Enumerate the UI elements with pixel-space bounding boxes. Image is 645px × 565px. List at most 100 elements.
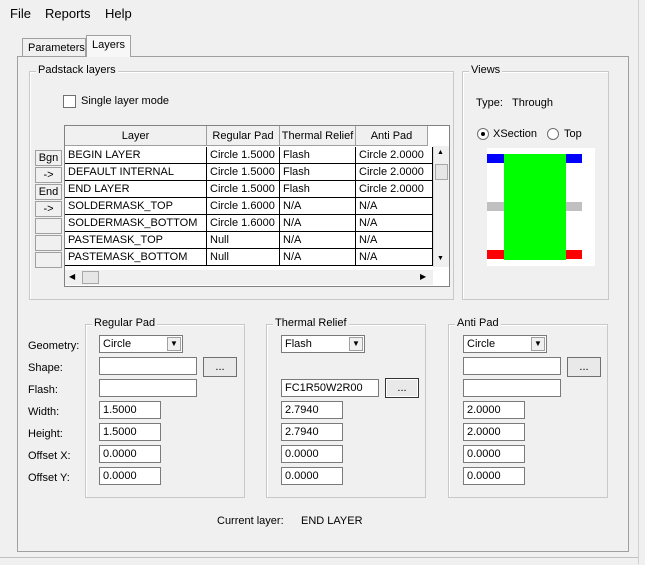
cell-thermal[interactable]: N/A (280, 215, 356, 231)
grid-horizontal-scroll-thumb[interactable] (82, 271, 99, 284)
table-row[interactable]: END LAYER Circle 1.5000 Flash Circle 2.0000 (65, 181, 433, 198)
cell-layer[interactable]: SOLDERMASK_TOP (65, 198, 207, 214)
cell-anti[interactable]: Circle 2.0000 (356, 164, 433, 180)
tab-layers[interactable]: Layers (86, 35, 131, 57)
menu-bar: File Reports Help (0, 0, 645, 26)
anti-pad-height-input[interactable]: 2.0000 (463, 423, 525, 441)
cell-regular[interactable]: Circle 1.5000 (207, 147, 280, 163)
scroll-left-icon[interactable]: ◀ (69, 272, 75, 281)
cell-anti[interactable]: N/A (356, 249, 433, 265)
cell-anti[interactable]: N/A (356, 215, 433, 231)
cell-layer[interactable]: SOLDERMASK_BOTTOM (65, 215, 207, 231)
xsection-preview (487, 148, 595, 266)
regular-pad-height-input[interactable]: 1.5000 (99, 423, 161, 441)
cell-regular[interactable]: Null (207, 249, 280, 265)
table-row[interactable]: PASTEMASK_BOTTOM Null N/A N/A (65, 249, 433, 266)
xsection-radio[interactable] (477, 128, 489, 140)
thermal-relief-flash-input[interactable]: FC1R50W2R00 (281, 379, 379, 397)
cell-regular[interactable]: Circle 1.5000 (207, 181, 280, 197)
table-row[interactable]: DEFAULT INTERNAL Circle 1.5000 Flash Circle… (65, 164, 433, 181)
grid-horizontal-scrollbar[interactable]: ◀ ▶ (65, 270, 433, 285)
column-header-thermal-relief[interactable]: Thermal Relief (280, 126, 356, 146)
cell-layer[interactable]: PASTEMASK_TOP (65, 232, 207, 248)
shape-label: Shape: (28, 362, 63, 374)
table-row[interactable]: SOLDERMASK_BOTTOM Circle 1.6000 N/A N/A (65, 215, 433, 232)
anti-pad-offset-y-input[interactable]: 0.0000 (463, 467, 525, 485)
cell-anti[interactable]: N/A (356, 232, 433, 248)
thermal-relief-width-input[interactable]: 2.7940 (281, 401, 343, 419)
row-selector-button[interactable] (35, 252, 62, 268)
chevron-down-icon[interactable]: ▼ (167, 337, 181, 351)
scroll-down-icon[interactable]: ▼ (437, 255, 444, 262)
column-header-anti-pad[interactable]: Anti Pad (356, 126, 428, 146)
views-title: Views (469, 64, 503, 76)
cell-regular[interactable]: Circle 1.6000 (207, 215, 280, 231)
menu-file[interactable]: File (10, 6, 31, 21)
single-layer-mode-checkbox[interactable] (63, 95, 76, 108)
column-header-layer[interactable]: Layer (65, 126, 207, 146)
grid-vertical-scrollbar[interactable]: ▲ ▼ (433, 146, 449, 267)
thermal-relief-offset-x-input[interactable]: 0.0000 (281, 445, 343, 463)
anti-pad-offset-x-input[interactable]: 0.0000 (463, 445, 525, 463)
type-label: Type: (476, 97, 503, 109)
padstack-layer-grid: Layer Regular Pad Thermal Relief Anti Pa… (64, 125, 450, 287)
cell-layer[interactable]: DEFAULT INTERNAL (65, 164, 207, 180)
type-value: Through (512, 97, 553, 109)
cell-anti[interactable]: Circle 2.0000 (356, 181, 433, 197)
regular-pad-offset-x-input[interactable]: 0.0000 (99, 445, 161, 463)
cell-thermal[interactable]: Flash (280, 164, 356, 180)
regular-pad-geometry-select[interactable]: Circle ▼ (99, 335, 183, 353)
cell-thermal[interactable]: N/A (280, 232, 356, 248)
row-selector-button[interactable]: Bgn (35, 150, 62, 166)
anti-pad-flash-input[interactable] (463, 379, 561, 397)
cell-anti[interactable]: N/A (356, 198, 433, 214)
column-header-regular-pad[interactable]: Regular Pad (207, 126, 280, 146)
grid-vertical-scroll-thumb[interactable] (435, 164, 448, 180)
cell-thermal[interactable]: Flash (280, 147, 356, 163)
tab-parameters[interactable]: Parameters (22, 38, 86, 56)
cell-layer[interactable]: PASTEMASK_BOTTOM (65, 249, 207, 265)
thermal-relief-geometry-select[interactable]: Flash ▼ (281, 335, 365, 353)
cell-regular[interactable]: Null (207, 232, 280, 248)
cell-thermal[interactable]: N/A (280, 249, 356, 265)
regular-pad-shape-input[interactable] (99, 357, 197, 375)
cell-anti[interactable]: Circle 2.0000 (356, 147, 433, 163)
cell-regular[interactable]: Circle 1.5000 (207, 164, 280, 180)
anti-pad-geometry-select[interactable]: Circle ▼ (463, 335, 547, 353)
row-selector-button[interactable] (35, 235, 62, 251)
menu-reports[interactable]: Reports (45, 6, 91, 21)
table-row[interactable]: BEGIN LAYER Circle 1.5000 Flash Circle 2.00… (65, 147, 433, 164)
anti-pad-shape-browse-button[interactable]: ... (567, 357, 601, 377)
thermal-relief-height-input[interactable]: 2.7940 (281, 423, 343, 441)
anti-pad-shape-input[interactable] (463, 357, 561, 375)
cell-layer[interactable]: END LAYER (65, 181, 207, 197)
row-selector-button[interactable] (35, 218, 62, 234)
cell-thermal[interactable]: Flash (280, 181, 356, 197)
cell-thermal[interactable]: N/A (280, 198, 356, 214)
table-row[interactable]: SOLDERMASK_TOP Circle 1.6000 N/A N/A (65, 198, 433, 215)
row-selector-button[interactable]: -> (35, 167, 62, 183)
anti-pad-width-input[interactable]: 2.0000 (463, 401, 525, 419)
row-selector-button[interactable]: -> (35, 201, 62, 217)
scroll-right-icon[interactable]: ▶ (420, 272, 426, 281)
table-row[interactable]: PASTEMASK_TOP Null N/A N/A (65, 232, 433, 249)
scroll-up-icon[interactable]: ▲ (437, 149, 444, 156)
thermal-relief-flash-browse-button[interactable]: ... (385, 378, 419, 398)
chevron-down-icon[interactable]: ▼ (531, 337, 545, 351)
top-label: Top (564, 128, 582, 140)
chevron-down-icon[interactable]: ▼ (349, 337, 363, 351)
window-edge (638, 0, 645, 564)
top-radio[interactable] (547, 128, 559, 140)
regular-pad-width-input[interactable]: 1.5000 (99, 401, 161, 419)
thermal-relief-offset-y-input[interactable]: 0.0000 (281, 467, 343, 485)
row-selector-button[interactable]: End (35, 184, 62, 200)
menu-help[interactable]: Help (105, 6, 132, 21)
geometry-label: Geometry: (28, 340, 80, 352)
cell-layer[interactable]: BEGIN LAYER (65, 147, 207, 163)
regular-pad-flash-input[interactable] (99, 379, 197, 397)
cell-regular[interactable]: Circle 1.6000 (207, 198, 280, 214)
flash-label: Flash: (28, 384, 58, 396)
regular-pad-shape-browse-button[interactable]: ... (203, 357, 237, 377)
regular-pad-offset-y-input[interactable]: 0.0000 (99, 467, 161, 485)
offset-x-label: Offset X: (28, 450, 71, 462)
